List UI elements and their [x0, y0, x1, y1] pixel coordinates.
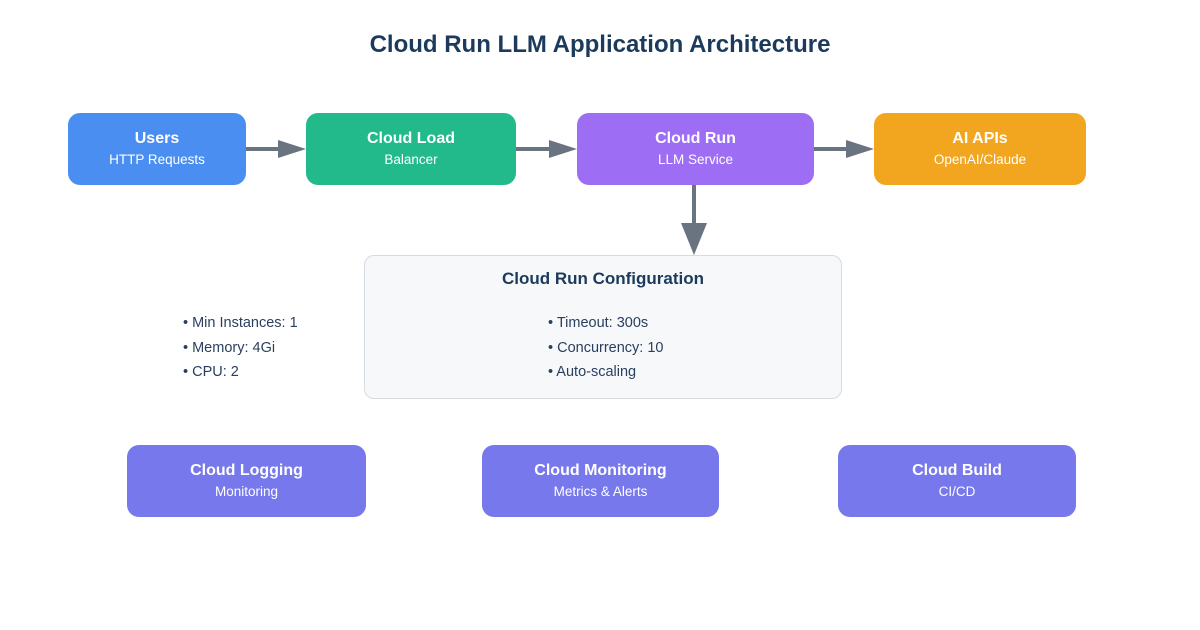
node-cloud-logging-subtitle: Monitoring: [215, 483, 278, 501]
node-cloud-build-subtitle: CI/CD: [939, 483, 976, 501]
node-users-subtitle: HTTP Requests: [109, 151, 205, 169]
node-cloud-monitoring-title: Cloud Monitoring: [534, 461, 666, 481]
arrow-head-icon: [846, 140, 874, 158]
node-cloud-build-title: Cloud Build: [912, 461, 1002, 481]
arrow-load-balancer-to-cloud-run: [516, 140, 577, 158]
arrow-shaft: [692, 185, 696, 228]
node-cloud-monitoring-subtitle: Metrics & Alerts: [554, 483, 648, 501]
config-list-left: • Min Instances: 1 • Memory: 4Gi • CPU: …: [183, 311, 298, 385]
diagram-title: Cloud Run LLM Application Architecture: [0, 31, 1200, 59]
arrow-cloud-run-to-configuration: [681, 185, 707, 255]
arrow-head-icon: [549, 140, 577, 158]
config-list-right: • Timeout: 300s • Concurrency: 10 • Auto…: [548, 311, 664, 385]
arrow-users-to-load-balancer: [246, 140, 306, 158]
config-item-timeout: • Timeout: 300s: [548, 311, 664, 336]
node-ai-apis-title: AI APIs: [952, 129, 1007, 149]
config-item-memory: • Memory: 4Gi: [183, 336, 298, 361]
config-panel-title: Cloud Run Configuration: [364, 269, 842, 289]
config-item-cpu: • CPU: 2: [183, 360, 298, 385]
arrow-cloud-run-to-ai-apis: [814, 140, 874, 158]
node-cloud-monitoring: Cloud Monitoring Metrics & Alerts: [482, 445, 719, 517]
architecture-diagram: Cloud Run LLM Application Architecture U…: [0, 0, 1200, 630]
config-item-autoscaling: • Auto-scaling: [548, 360, 664, 385]
node-cloud-build: Cloud Build CI/CD: [838, 445, 1076, 517]
node-cloud-load-balancer-title: Cloud Load: [367, 129, 455, 149]
node-users-title: Users: [135, 129, 179, 149]
node-cloud-load-balancer: Cloud Load Balancer: [306, 113, 516, 185]
config-item-concurrency: • Concurrency: 10: [548, 336, 664, 361]
node-users: Users HTTP Requests: [68, 113, 246, 185]
arrow-head-icon: [681, 223, 707, 255]
config-item-min-instances: • Min Instances: 1: [183, 311, 298, 336]
arrow-shaft: [516, 147, 553, 151]
node-ai-apis-subtitle: OpenAI/Claude: [934, 151, 1026, 169]
node-cloud-logging: Cloud Logging Monitoring: [127, 445, 366, 517]
arrow-head-icon: [278, 140, 306, 158]
node-cloud-logging-title: Cloud Logging: [190, 461, 303, 481]
node-cloud-run-title: Cloud Run: [655, 129, 736, 149]
arrow-shaft: [814, 147, 850, 151]
node-ai-apis: AI APIs OpenAI/Claude: [874, 113, 1086, 185]
node-cloud-load-balancer-subtitle: Balancer: [384, 151, 437, 169]
node-cloud-run: Cloud Run LLM Service: [577, 113, 814, 185]
node-cloud-run-subtitle: LLM Service: [658, 151, 733, 169]
arrow-shaft: [246, 147, 282, 151]
